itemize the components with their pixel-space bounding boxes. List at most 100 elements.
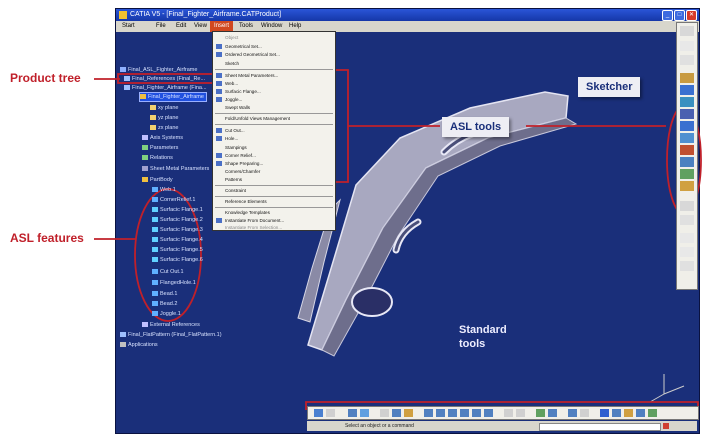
menu-item[interactable]: Swept Walls: [225, 104, 250, 111]
pattern-icon[interactable]: [680, 181, 694, 191]
menu-item[interactable]: Stampings: [225, 144, 247, 151]
fit-all-icon[interactable]: [424, 409, 433, 417]
tree-label: Surfacic Flange.6: [160, 257, 203, 263]
tree-row-feature[interactable]: Surfacic Flange.2: [152, 216, 203, 224]
tree-row-parameters[interactable]: Parameters: [142, 144, 178, 152]
menu-item[interactable]: Web...: [225, 80, 238, 87]
menu-item[interactable]: Surfacic Flange...: [225, 88, 261, 95]
menu-item[interactable]: Hole...: [225, 135, 238, 142]
tree-row-airframe-part[interactable]: Final_Fighter_Airframe: [139, 92, 207, 102]
tool-icon[interactable]: [624, 409, 633, 417]
rotate-icon[interactable]: [448, 409, 457, 417]
tool-icon[interactable]: [568, 409, 577, 417]
tree-row-feature[interactable]: Joggle.1: [152, 310, 181, 318]
menu-item[interactable]: Constraint: [225, 187, 246, 194]
tree-row-relations[interactable]: Relations: [142, 154, 173, 162]
tool-icon[interactable]: [648, 409, 657, 417]
pan-icon[interactable]: [436, 409, 445, 417]
menu-item[interactable]: Sketch: [225, 60, 239, 67]
menu-item[interactable]: Fold/Unfold Views Management: [225, 115, 290, 122]
constraint-icon[interactable]: [680, 201, 694, 211]
tree-row-yz-plane[interactable]: yz plane: [150, 114, 179, 122]
menu-item[interactable]: Patterns: [225, 176, 242, 183]
tree-row-root[interactable]: Final_ASL_Fighter_Airframe: [120, 66, 197, 74]
tree-row-external-references[interactable]: External References: [142, 321, 200, 329]
tree-row-feature[interactable]: Bead.1: [152, 290, 177, 298]
tool-icon[interactable]: [404, 409, 413, 417]
menu-item[interactable]: Corner Relief...: [225, 152, 256, 159]
status-prompt: Select an object or a command: [345, 423, 414, 429]
surfacic-flange-icon[interactable]: [680, 97, 694, 107]
menu-item[interactable]: Reference Elements: [225, 198, 267, 205]
point-icon[interactable]: [680, 233, 694, 243]
menu-item[interactable]: Instantiate From Selection...: [225, 224, 282, 231]
hole-icon[interactable]: [680, 133, 694, 143]
tool-icon[interactable]: [612, 409, 621, 417]
menu-item[interactable]: Shape Preparing...: [225, 160, 263, 167]
cut-out-icon[interactable]: [680, 121, 694, 131]
tool-icon[interactable]: [380, 409, 389, 417]
tree-row-applications[interactable]: Applications: [120, 341, 158, 349]
menu-item[interactable]: Corners/Chamfer: [225, 168, 260, 175]
table-icon[interactable]: [680, 215, 694, 225]
tree-row-references[interactable]: Final_References (Final_Re...: [124, 75, 205, 83]
line-tool-icon[interactable]: [680, 55, 694, 65]
sheet-metal-parameters-icon[interactable]: [680, 73, 694, 83]
menu-separator: [215, 69, 333, 70]
zoom-out-icon[interactable]: [472, 409, 481, 417]
tool-icon[interactable]: [348, 409, 357, 417]
tree-row-feature[interactable]: Cut Out.1: [152, 268, 184, 276]
tool-icon[interactable]: [636, 409, 645, 417]
menu-item[interactable]: Instantiate From Document...: [225, 217, 284, 224]
plane-icon[interactable]: [680, 261, 694, 271]
tree-row-feature[interactable]: Web.1: [152, 186, 176, 194]
command-input[interactable]: [539, 423, 661, 431]
stamping-icon[interactable]: [680, 145, 694, 155]
geometrical-set-icon: [216, 44, 222, 49]
tree-row-feature[interactable]: Surfacic Flange.5: [152, 246, 203, 254]
menu-item[interactable]: Sheet Metal Parameters...: [225, 72, 278, 79]
menu-item[interactable]: Geometrical Set...: [225, 43, 262, 50]
menu-item[interactable]: Cut Out...: [225, 127, 245, 134]
tree-row-partbody[interactable]: PartBody: [142, 176, 173, 184]
tree-row-zx-plane[interactable]: zx plane: [150, 124, 179, 132]
tool-icon[interactable]: [548, 409, 557, 417]
select-icon[interactable]: [314, 409, 323, 417]
fold-unfold-icon[interactable]: [680, 169, 694, 179]
tree-row-feature[interactable]: Surfacic Flange.1: [152, 206, 203, 214]
tree-row-feature[interactable]: Surfacic Flange.6: [152, 256, 203, 264]
tree-row-axis-systems[interactable]: Axis Systems: [142, 134, 183, 142]
tree-row-feature[interactable]: FlangedHole.1: [152, 279, 196, 287]
tool-icon[interactable]: [536, 409, 545, 417]
tree-row-feature[interactable]: Surfacic Flange.4: [152, 236, 203, 244]
cancel-icon[interactable]: [663, 423, 669, 429]
tree-row-sheet-metal-parameters[interactable]: Sheet Metal Parameters: [142, 165, 209, 173]
tool-icon[interactable]: [516, 409, 525, 417]
joggle-icon[interactable]: [680, 109, 694, 119]
tree-row-feature[interactable]: Bead.2: [152, 300, 177, 308]
tool-icon[interactable]: [580, 409, 589, 417]
normal-view-icon[interactable]: [484, 409, 493, 417]
tree-row-feature[interactable]: CornerRelief.1: [152, 196, 195, 204]
zoom-in-icon[interactable]: [460, 409, 469, 417]
tool-icon[interactable]: [326, 409, 335, 417]
tool-icon[interactable]: [360, 409, 369, 417]
tree-row-flat-pattern[interactable]: Final_FlatPattern (Final_FlatPattern.1): [120, 331, 222, 339]
menu-item[interactable]: Knowledge Templates: [225, 209, 270, 216]
sketcher-icon[interactable]: [680, 26, 694, 36]
tool-icon[interactable]: [392, 409, 401, 417]
corner-relief-icon[interactable]: [680, 157, 694, 167]
part-icon: [120, 332, 126, 338]
menu-item[interactable]: Ordered Geometrical Set...: [225, 51, 280, 58]
tree-row-xy-plane[interactable]: xy plane: [150, 104, 179, 112]
tool-icon[interactable]: [504, 409, 513, 417]
web-icon[interactable]: [680, 85, 694, 95]
tree-row-airframe-product[interactable]: Final_Fighter_Airframe (Fina...: [124, 84, 207, 92]
line-icon[interactable]: [680, 247, 694, 257]
menu-item[interactable]: Joggle...: [225, 96, 242, 103]
sketch-tool-icon[interactable]: [680, 41, 694, 51]
tree-label: CornerRelief.1: [160, 197, 196, 203]
menu-item[interactable]: Object: [225, 34, 238, 41]
tree-row-feature[interactable]: Surfacic Flange.3: [152, 226, 203, 234]
tool-icon[interactable]: [600, 409, 609, 417]
